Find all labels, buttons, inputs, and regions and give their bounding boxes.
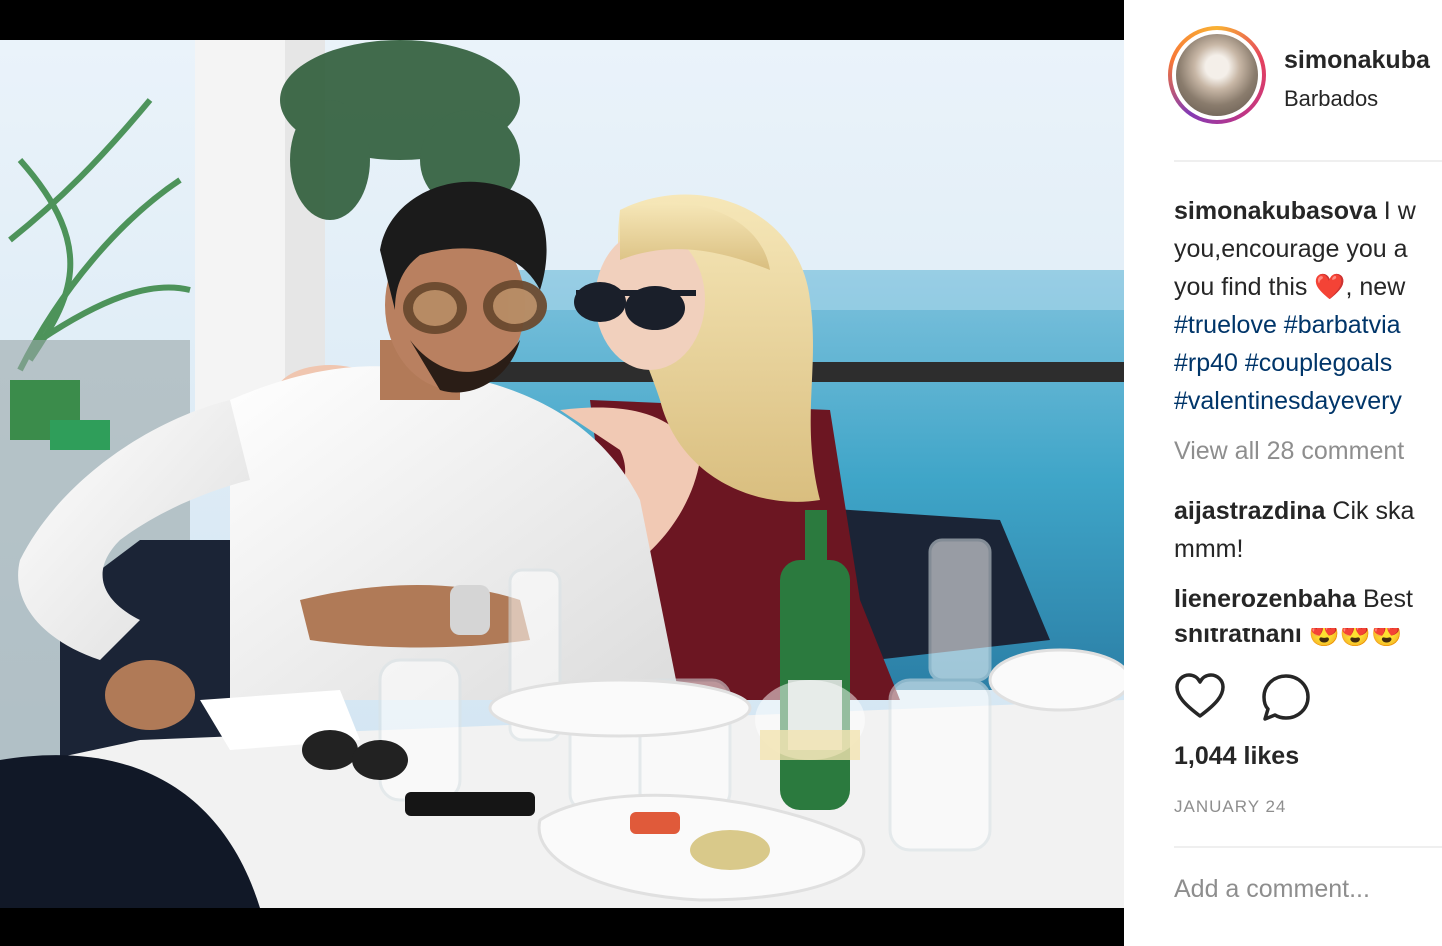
caption-text-3-pre: you find this xyxy=(1174,273,1315,301)
comment-text: Best xyxy=(1356,585,1413,613)
post-author-username[interactable]: simonakuba xyxy=(1284,46,1430,75)
comment-text: Cik ska xyxy=(1325,497,1415,525)
view-all-comments-link[interactable]: View all 28 comment xyxy=(1174,437,1404,466)
caption-username[interactable]: simonakubasova xyxy=(1174,197,1377,225)
comment-username[interactable]: lienerozenbaha xyxy=(1174,585,1356,613)
avatar-image xyxy=(1176,34,1258,116)
action-bar xyxy=(1174,672,1442,726)
comment-item-continuation: mmm! xyxy=(1174,535,1244,563)
hashtags-line-1[interactable]: #truelove #barbatvia xyxy=(1174,306,1442,344)
comment-divider xyxy=(1174,846,1442,848)
caption-line-3: you find this ❤️, new xyxy=(1174,268,1442,306)
caption-line-2: you,encourage you a xyxy=(1174,235,1408,263)
comment-item: lienerozenbaha Best xyxy=(1174,580,1413,618)
hashtags-line-2[interactable]: #rp40 #couplegoals xyxy=(1174,344,1442,382)
red-heart-emoji-icon: ❤️ xyxy=(1314,273,1346,301)
comment-username[interactable]: shitrathani xyxy=(1174,628,1302,646)
post-caption: simonakubasova I w you,encourage you a y… xyxy=(1174,192,1442,420)
caption-text-3-post: , new xyxy=(1345,273,1406,301)
heart-outline-icon[interactable] xyxy=(1174,672,1226,724)
post-photo-panel xyxy=(0,0,1124,946)
hashtags-line-3[interactable]: #valentinesdayevery xyxy=(1174,382,1442,420)
post-date[interactable]: JANUARY 24 xyxy=(1174,797,1286,817)
post-sidebar: simonakuba Barbados simonakubasova I w y… xyxy=(1124,0,1442,946)
caption-text-1: I w xyxy=(1376,197,1416,225)
likes-count[interactable]: 1,044 likes xyxy=(1174,742,1299,771)
post-header: simonakuba Barbados xyxy=(1168,26,1442,131)
comment-item: aijastrazdina Cik ska xyxy=(1174,492,1414,530)
add-comment-input[interactable]: Add a comment... xyxy=(1174,875,1370,904)
avatar[interactable] xyxy=(1168,26,1266,124)
header-divider xyxy=(1174,160,1442,162)
post-location[interactable]: Barbados xyxy=(1284,86,1378,112)
comment-text: 😍😍😍 xyxy=(1301,628,1403,646)
post-photo[interactable] xyxy=(0,40,1124,908)
comment-username[interactable]: aijastrazdina xyxy=(1174,497,1325,525)
caption-line-1: simonakubasova I w xyxy=(1174,192,1442,230)
speech-bubble-icon[interactable] xyxy=(1260,672,1312,724)
photo-illustration xyxy=(0,40,1124,908)
comment-item-clipped: shitrathani 😍😍😍 xyxy=(1174,628,1442,646)
